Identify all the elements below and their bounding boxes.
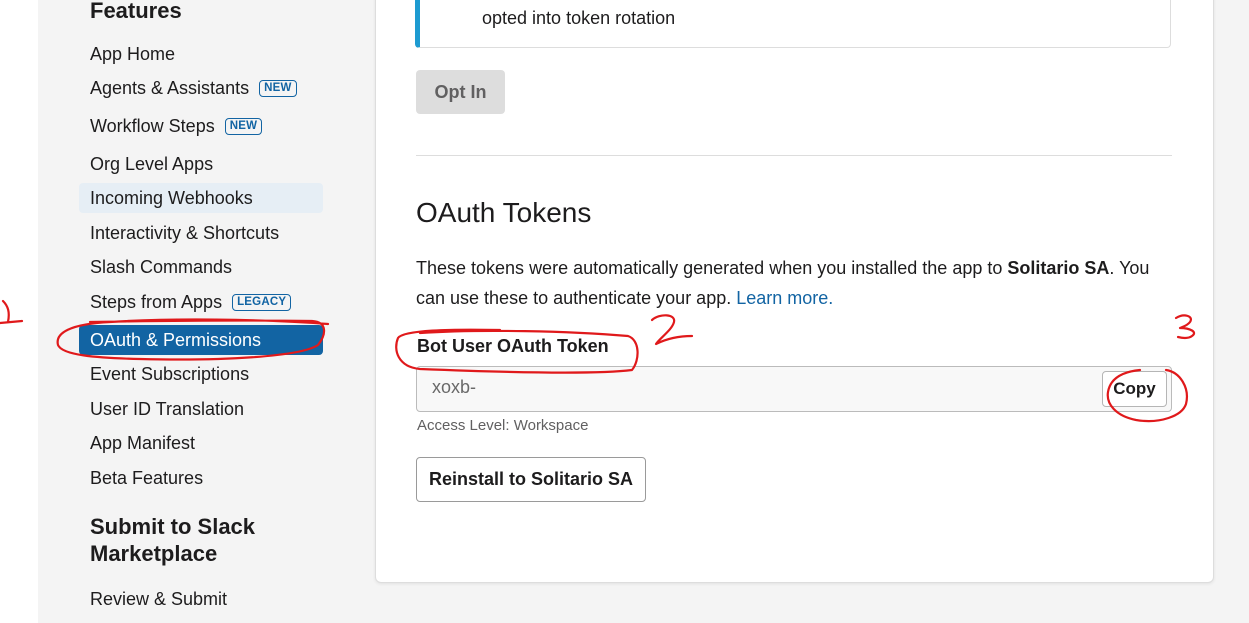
sidebar-item-label: Slash Commands bbox=[90, 256, 233, 277]
legacy-badge: LEGACY bbox=[232, 293, 292, 311]
sidebar-item-incoming-webhooks[interactable]: Incoming Webhooks bbox=[79, 183, 323, 213]
sidebar-item-label: Event Subscriptions bbox=[90, 363, 250, 384]
access-level-text: Access Level: Workspace bbox=[417, 417, 589, 434]
section-divider bbox=[416, 155, 1172, 156]
new-badge: NEW bbox=[259, 79, 297, 97]
sidebar-item-label: User ID Translation bbox=[90, 398, 245, 419]
sidebar-item-label: App Manifest bbox=[90, 432, 196, 453]
features-section-title: Features bbox=[90, 0, 182, 23]
sidebar-item-interactivity-shortcuts[interactable]: Interactivity & Shortcuts bbox=[79, 218, 323, 248]
sidebar-item-label: Agents & Assistants bbox=[90, 77, 250, 98]
sidebar-item-review-submit[interactable]: Review & Submit bbox=[79, 584, 323, 614]
sidebar-item-user-id-translation[interactable]: User ID Translation bbox=[79, 394, 323, 424]
workspace-name: Solitario SA bbox=[1007, 258, 1110, 278]
sidebar-item-label: Org Level Apps bbox=[90, 153, 214, 174]
sidebar-item-label: OAuth & Permissions bbox=[90, 329, 262, 350]
submit-title-line1: Submit to Slack bbox=[90, 514, 256, 539]
sidebar-item-app-manifest[interactable]: App Manifest bbox=[79, 428, 323, 458]
sidebar-item-agents-assistants[interactable]: Agents & Assistants NEW bbox=[79, 73, 323, 103]
sidebar-item-label: Review & Submit bbox=[90, 588, 228, 609]
sidebar-item-label: Steps from Apps bbox=[90, 291, 223, 312]
sidebar: Features App Home Agents & Assistants NEW… bbox=[38, 0, 338, 623]
oauth-description: These tokens were automatically generate… bbox=[416, 253, 1156, 313]
submit-section-title: Submit to Slack Marketplace bbox=[90, 513, 255, 567]
bot-token-value: xoxb- bbox=[432, 377, 477, 397]
sidebar-item-label: App Home bbox=[90, 43, 176, 64]
submit-title-line2: Marketplace bbox=[90, 541, 218, 566]
sidebar-item-beta-features[interactable]: Beta Features bbox=[79, 463, 323, 493]
sidebar-item-org-level-apps[interactable]: Org Level Apps bbox=[79, 149, 323, 179]
learn-more-link[interactable]: Learn more. bbox=[736, 288, 833, 308]
sidebar-item-label: Interactivity & Shortcuts bbox=[90, 222, 280, 243]
copy-button[interactable]: Copy bbox=[1102, 371, 1167, 407]
sidebar-item-label: Beta Features bbox=[90, 467, 204, 488]
annotation-mark-1 bbox=[0, 299, 24, 325]
sidebar-item-label: Incoming Webhooks bbox=[90, 187, 253, 208]
bot-token-field[interactable] bbox=[416, 366, 1172, 412]
bot-token-label: Bot User OAuth Token bbox=[417, 336, 609, 356]
reinstall-button[interactable]: Reinstall to Solitario SA bbox=[416, 457, 646, 502]
notice-text: opted into token rotation bbox=[482, 8, 676, 28]
sidebar-item-workflow-steps[interactable]: Workflow Steps NEW bbox=[79, 111, 323, 141]
sidebar-item-app-home[interactable]: App Home bbox=[79, 39, 323, 69]
description-text-1: These tokens were automatically generate… bbox=[416, 258, 1008, 278]
sidebar-item-oauth-permissions[interactable]: OAuth & Permissions bbox=[79, 325, 323, 355]
oauth-tokens-heading: OAuth Tokens bbox=[416, 197, 592, 228]
sidebar-item-steps-from-apps[interactable]: Steps from Apps LEGACY bbox=[79, 287, 323, 317]
sidebar-item-slash-commands[interactable]: Slash Commands bbox=[79, 252, 323, 282]
new-badge: NEW bbox=[224, 117, 263, 135]
opt-in-button[interactable]: Opt In bbox=[416, 70, 505, 114]
sidebar-item-event-subscriptions[interactable]: Event Subscriptions bbox=[79, 359, 323, 389]
sidebar-item-label: Workflow Steps bbox=[90, 115, 215, 136]
